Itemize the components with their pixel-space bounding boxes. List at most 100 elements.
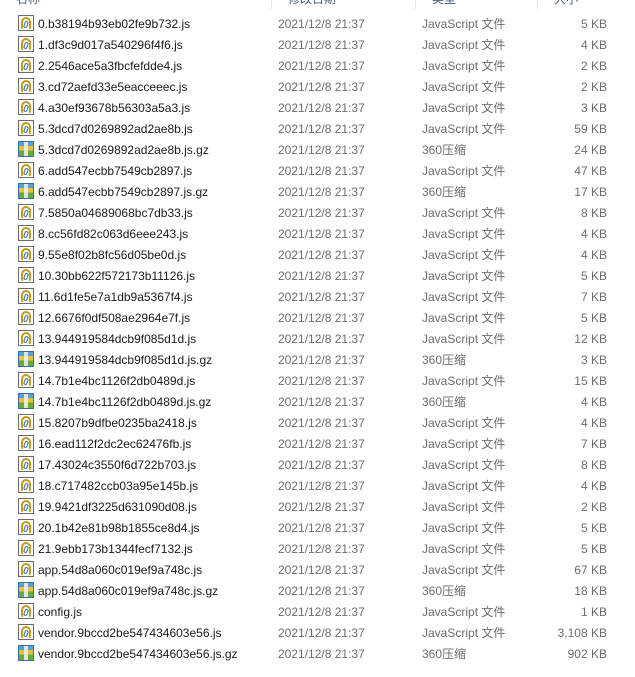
file-row[interactable]: 3.cd72aefd33e5eacceeec.js 2021/12/8 21:37… xyxy=(0,76,635,97)
file-type: JavaScript 文件 xyxy=(422,311,506,325)
file-row[interactable]: 9.55e8f02b8fc56d05be0d.js 2021/12/8 21:37… xyxy=(0,244,635,265)
file-name: 4.a30ef93678b56303a5a3.js xyxy=(38,100,191,115)
file-row[interactable]: 18.c717482ccb03a95e145b.js 2021/12/8 21:3… xyxy=(0,475,635,496)
file-row[interactable]: 8.cc56fd82c063d6eee243.js 2021/12/8 21:37… xyxy=(0,223,635,244)
file-modified-date: 2021/12/8 21:37 xyxy=(278,373,365,388)
file-modified-date: 2021/12/8 21:37 xyxy=(278,121,365,136)
file-row[interactable]: 0.b38194b93eb02fe9b732.js 2021/12/8 21:37… xyxy=(0,13,635,34)
file-row[interactable]: 1.df3c9d017a540296f4f6.js 2021/12/8 21:37… xyxy=(0,34,635,55)
archive-icon xyxy=(18,141,34,157)
file-name: 10.30bb622f572173b11126.js xyxy=(38,268,196,283)
file-size: 24 KB xyxy=(574,142,607,157)
file-modified-date: 2021/12/8 21:37 xyxy=(278,142,365,157)
file-name: 17.43024c3550f6d722b703.js xyxy=(38,457,197,472)
file-size: 8 KB xyxy=(580,205,607,220)
file-name: 12.6676f0df508ae2964e7f.js xyxy=(38,310,191,325)
js-file-icon xyxy=(18,414,34,430)
column-header-type[interactable]: 类型 xyxy=(416,0,538,9)
file-row[interactable]: vendor.9bccd2be547434603e56.js.gz 2021/12… xyxy=(0,643,635,664)
js-file-icon xyxy=(18,456,34,472)
file-size: 902 KB xyxy=(567,646,607,661)
file-type: JavaScript 文件 xyxy=(422,605,506,619)
file-name: 9.55e8f02b8fc56d05be0d.js xyxy=(38,247,187,262)
file-row[interactable]: 14.7b1e4bc1126f2db0489d.js 2021/12/8 21:3… xyxy=(0,370,635,391)
column-header: 名称 修改日期 类型 大小 xyxy=(0,0,635,9)
file-type: JavaScript 文件 xyxy=(422,269,506,283)
file-name: 8.cc56fd82c063d6eee243.js xyxy=(38,226,189,241)
file-type: JavaScript 文件 xyxy=(422,374,506,388)
file-modified-date: 2021/12/8 21:37 xyxy=(278,310,365,325)
file-name: 2.2546ace5a3fbcfefdde4.js xyxy=(38,58,183,73)
file-row[interactable]: app.54d8a060c019ef9a748c.js 2021/12/8 21:… xyxy=(0,559,635,580)
file-name: 11.6d1fe5e7a1db9a5367f4.js xyxy=(38,289,193,304)
file-type: JavaScript 文件 xyxy=(422,542,506,556)
file-row[interactable]: 16.ead112f2dc2ec62476fb.js 2021/12/8 21:3… xyxy=(0,433,635,454)
file-name: vendor.9bccd2be547434603e56.js xyxy=(38,625,222,640)
file-name: 16.ead112f2dc2ec62476fb.js xyxy=(38,436,192,451)
js-file-icon xyxy=(18,540,34,556)
column-header-size[interactable]: 大小 xyxy=(538,0,635,9)
js-file-icon xyxy=(18,162,34,178)
file-size: 4 KB xyxy=(580,37,607,52)
file-row[interactable]: 13.944919584dcb9f085d1d.js.gz 2021/12/8 2… xyxy=(0,349,635,370)
file-row[interactable]: 7.5850a04689068bc7db33.js 2021/12/8 21:37… xyxy=(0,202,635,223)
file-name: vendor.9bccd2be547434603e56.js.gz xyxy=(38,646,238,661)
js-file-icon xyxy=(18,435,34,451)
file-modified-date: 2021/12/8 21:37 xyxy=(278,37,365,52)
file-modified-date: 2021/12/8 21:37 xyxy=(278,289,365,304)
file-type: JavaScript 文件 xyxy=(422,479,506,493)
column-header-date[interactable]: 修改日期 xyxy=(272,0,416,9)
file-row[interactable]: config.js 2021/12/8 21:37 JavaScript 文件 1 K… xyxy=(0,601,635,622)
file-name: 15.8207b9dfbe0235ba2418.js xyxy=(38,415,197,430)
file-row[interactable]: 6.add547ecbb7549cb2897.js.gz 2021/12/8 21… xyxy=(0,181,635,202)
file-name: 19.9421df3225d631090d08.js xyxy=(38,499,197,514)
file-type: JavaScript 文件 xyxy=(422,563,506,577)
file-type: 360压缩 xyxy=(422,647,467,661)
file-modified-date: 2021/12/8 21:37 xyxy=(278,184,365,199)
file-type: JavaScript 文件 xyxy=(422,290,506,304)
file-name: 13.944919584dcb9f085d1d.js xyxy=(38,331,197,346)
file-type: JavaScript 文件 xyxy=(422,521,506,535)
file-modified-date: 2021/12/8 21:37 xyxy=(278,478,365,493)
column-header-name[interactable]: 名称 xyxy=(0,0,272,9)
file-type: JavaScript 文件 xyxy=(422,626,506,640)
file-row[interactable]: vendor.9bccd2be547434603e56.js 2021/12/8 … xyxy=(0,622,635,643)
file-modified-date: 2021/12/8 21:37 xyxy=(278,541,365,556)
file-row[interactable]: 13.944919584dcb9f085d1d.js 2021/12/8 21:3… xyxy=(0,328,635,349)
file-row[interactable]: 10.30bb622f572173b11126.js 2021/12/8 21:3… xyxy=(0,265,635,286)
js-file-icon xyxy=(18,15,34,31)
file-name: 5.3dcd7d0269892ad2ae8b.js.gz xyxy=(38,142,209,157)
archive-icon xyxy=(18,582,34,598)
js-file-icon xyxy=(18,288,34,304)
file-type: 360压缩 xyxy=(422,143,467,157)
file-row[interactable]: 6.add547ecbb7549cb2897.js 2021/12/8 21:37… xyxy=(0,160,635,181)
file-row[interactable]: app.54d8a060c019ef9a748c.js.gz 2021/12/8 … xyxy=(0,580,635,601)
file-row[interactable]: 11.6d1fe5e7a1db9a5367f4.js 2021/12/8 21:3… xyxy=(0,286,635,307)
file-row[interactable]: 12.6676f0df508ae2964e7f.js 2021/12/8 21:3… xyxy=(0,307,635,328)
file-name: 3.cd72aefd33e5eacceeec.js xyxy=(38,79,188,94)
js-file-icon xyxy=(18,372,34,388)
file-type: 360压缩 xyxy=(422,185,467,199)
file-row[interactable]: 2.2546ace5a3fbcfefdde4.js 2021/12/8 21:37… xyxy=(0,55,635,76)
file-size: 3,108 KB xyxy=(557,625,607,640)
file-row[interactable]: 4.a30ef93678b56303a5a3.js 2021/12/8 21:37… xyxy=(0,97,635,118)
js-file-icon xyxy=(18,204,34,220)
file-type: JavaScript 文件 xyxy=(422,206,506,220)
file-size: 5 KB xyxy=(580,541,607,556)
file-row[interactable]: 17.43024c3550f6d722b703.js 2021/12/8 21:3… xyxy=(0,454,635,475)
file-size: 8 KB xyxy=(580,457,607,472)
file-row[interactable]: 5.3dcd7d0269892ad2ae8b.js.gz 2021/12/8 21… xyxy=(0,139,635,160)
file-row[interactable]: 5.3dcd7d0269892ad2ae8b.js 2021/12/8 21:37… xyxy=(0,118,635,139)
js-file-icon xyxy=(18,57,34,73)
archive-icon xyxy=(18,645,34,661)
file-row[interactable]: 20.1b42e81b98b1855ce8d4.js 2021/12/8 21:3… xyxy=(0,517,635,538)
file-row[interactable]: 21.9ebb173b1344fecf7132.js 2021/12/8 21:3… xyxy=(0,538,635,559)
file-modified-date: 2021/12/8 21:37 xyxy=(278,646,365,661)
js-file-icon xyxy=(18,477,34,493)
file-row[interactable]: 19.9421df3225d631090d08.js 2021/12/8 21:3… xyxy=(0,496,635,517)
file-size: 4 KB xyxy=(580,415,607,430)
file-size: 59 KB xyxy=(574,121,607,136)
file-row[interactable]: 15.8207b9dfbe0235ba2418.js 2021/12/8 21:3… xyxy=(0,412,635,433)
file-size: 4 KB xyxy=(580,226,607,241)
file-row[interactable]: 14.7b1e4bc1126f2db0489d.js.gz 2021/12/8 2… xyxy=(0,391,635,412)
